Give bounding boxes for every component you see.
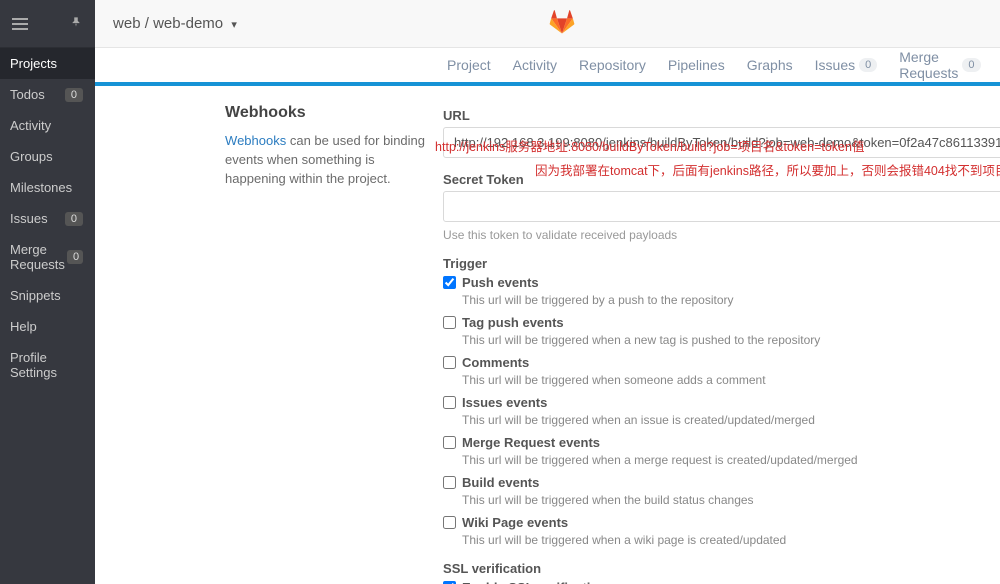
trigger-item: Tag push events This url will be triggere… bbox=[443, 315, 1000, 347]
sidebar-badge: 0 bbox=[65, 212, 83, 226]
sidebar-item-merge-requests[interactable]: Merge Requests0 bbox=[0, 234, 95, 280]
secret-token-label: Secret Token bbox=[443, 172, 1000, 187]
trigger-label: Issues events bbox=[462, 395, 547, 410]
hamburger-icon[interactable] bbox=[12, 18, 28, 30]
sidebar-item-label: Snippets bbox=[10, 288, 61, 303]
page-title: Webhooks bbox=[225, 104, 425, 122]
tab-merge-requests[interactable]: Merge Requests0 bbox=[899, 49, 980, 81]
sidebar-item-label: Milestones bbox=[10, 180, 72, 195]
trigger-checkbox[interactable] bbox=[443, 316, 456, 329]
trigger-label: Comments bbox=[462, 355, 529, 370]
sidebar-item-label: Profile Settings bbox=[10, 350, 83, 380]
sidebar-item-issues[interactable]: Issues 0 bbox=[0, 203, 95, 234]
trigger-hint: This url will be triggered when the buil… bbox=[462, 493, 1000, 507]
sidebar-item-todos[interactable]: Todos 0 bbox=[0, 79, 95, 110]
pin-icon[interactable] bbox=[69, 15, 83, 32]
trigger-item: Push events This url will be triggered by… bbox=[443, 275, 1000, 307]
topbar: web / web-demo ▾ Th bbox=[95, 0, 1000, 48]
trigger-item: Issues events This url will be triggered … bbox=[443, 395, 1000, 427]
trigger-checkbox[interactable] bbox=[443, 436, 456, 449]
sidebar-item-projects[interactable]: Projects bbox=[0, 48, 95, 79]
trigger-hint: This url will be triggered when a merge … bbox=[462, 453, 1000, 467]
secret-token-hint: Use this token to validate received payl… bbox=[443, 228, 1000, 242]
sidebar-topbar bbox=[0, 0, 95, 48]
trigger-label: Trigger bbox=[443, 256, 1000, 271]
trigger-checkbox[interactable] bbox=[443, 276, 456, 289]
trigger-label: Push events bbox=[462, 275, 539, 290]
sidebar-item-label: Projects bbox=[10, 56, 57, 71]
tabbar: Project Activity Repository Pipelines Graphs… bbox=[95, 48, 1000, 82]
trigger-label: Merge Request events bbox=[462, 435, 600, 450]
webhooks-link[interactable]: Webhooks bbox=[225, 133, 286, 148]
sidebar-item-help[interactable]: Help bbox=[0, 311, 95, 342]
tab-repository[interactable]: Repository bbox=[579, 57, 646, 73]
sidebar-badge: 0 bbox=[67, 250, 83, 264]
section-heading: Webhooks Webhooks can be used for bindin… bbox=[225, 104, 425, 560]
trigger-hint: This url will be triggered when a new ta… bbox=[462, 333, 1000, 347]
trigger-hint: This url will be triggered when a wiki p… bbox=[462, 533, 1000, 547]
url-input[interactable] bbox=[443, 127, 1000, 158]
ssl-label: Enable SSL verification bbox=[462, 580, 606, 584]
tab-issues[interactable]: Issues0 bbox=[815, 57, 878, 73]
sidebar-item-activity[interactable]: Activity bbox=[0, 110, 95, 141]
trigger-item: Build events This url will be triggered w… bbox=[443, 475, 1000, 507]
sidebar-item-profile-settings[interactable]: Profile Settings bbox=[0, 342, 95, 388]
trigger-checkbox[interactable] bbox=[443, 356, 456, 369]
content: Webhooks Webhooks can be used for bindin… bbox=[95, 86, 1000, 584]
sidebar-item-groups[interactable]: Groups bbox=[0, 141, 95, 172]
ssl-heading: SSL verification bbox=[443, 561, 1000, 576]
tab-graphs[interactable]: Graphs bbox=[747, 57, 793, 73]
trigger-checkbox[interactable] bbox=[443, 516, 456, 529]
chevron-down-icon[interactable]: ▾ bbox=[231, 19, 237, 31]
trigger-item: Merge Request events This url will be tri… bbox=[443, 435, 1000, 467]
gitlab-logo[interactable] bbox=[549, 9, 575, 39]
tab-count: 0 bbox=[962, 58, 980, 72]
breadcrumb-group[interactable]: web bbox=[113, 15, 141, 32]
trigger-label: Build events bbox=[462, 475, 539, 490]
secret-token-input[interactable] bbox=[443, 191, 1000, 222]
sidebar-item-label: Groups bbox=[10, 149, 53, 164]
trigger-hint: This url will be triggered when an issue… bbox=[462, 413, 1000, 427]
trigger-checkbox[interactable] bbox=[443, 476, 456, 489]
url-label: URL bbox=[443, 108, 1000, 123]
trigger-hint: This url will be triggered when someone … bbox=[462, 373, 1000, 387]
sidebar-badge: 0 bbox=[65, 88, 83, 102]
sidebar-item-label: Help bbox=[10, 319, 37, 334]
breadcrumb-project[interactable]: web-demo bbox=[153, 15, 223, 32]
sidebar-item-milestones[interactable]: Milestones bbox=[0, 172, 95, 203]
sidebar-item-label: Issues bbox=[10, 211, 48, 226]
trigger-checkbox[interactable] bbox=[443, 396, 456, 409]
tab-activity[interactable]: Activity bbox=[513, 57, 557, 73]
main: web / web-demo ▾ Th Project Activity Repos… bbox=[95, 0, 1000, 584]
trigger-item: Wiki Page events This url will be trigger… bbox=[443, 515, 1000, 547]
sidebar-item-label: Activity bbox=[10, 118, 51, 133]
breadcrumb: web / web-demo ▾ bbox=[113, 15, 237, 32]
form: URL Secret Token Use this token to valid… bbox=[443, 104, 1000, 560]
page-description: Webhooks can be used for binding events … bbox=[225, 132, 425, 189]
trigger-label: Wiki Page events bbox=[462, 515, 568, 530]
tab-project[interactable]: Project bbox=[447, 57, 491, 73]
trigger-hint: This url will be triggered by a push to … bbox=[462, 293, 1000, 307]
sidebar: Projects Todos 0 Activity Groups Milestones Is… bbox=[0, 0, 95, 584]
tab-pipelines[interactable]: Pipelines bbox=[668, 57, 725, 73]
sidebar-item-label: Todos bbox=[10, 87, 45, 102]
sidebar-item-label: Merge Requests bbox=[10, 242, 67, 272]
tab-count: 0 bbox=[859, 58, 877, 72]
trigger-label: Tag push events bbox=[462, 315, 564, 330]
breadcrumb-sep: / bbox=[141, 15, 154, 32]
trigger-item: Comments This url will be triggered when … bbox=[443, 355, 1000, 387]
sidebar-item-snippets[interactable]: Snippets bbox=[0, 280, 95, 311]
